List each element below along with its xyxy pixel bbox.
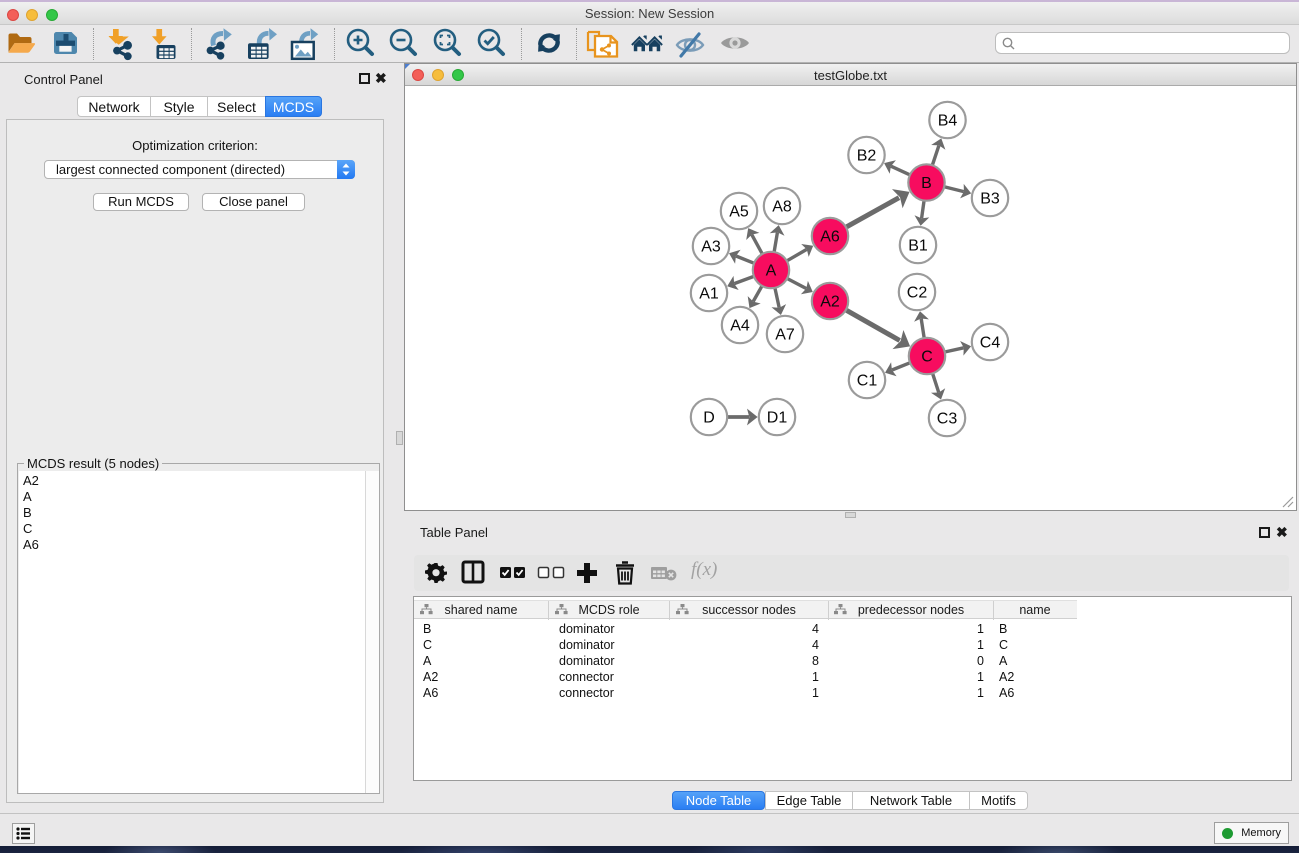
svg-text:C4: C4 [980, 335, 1001, 352]
svg-text:D1: D1 [767, 410, 788, 427]
svg-text:C2: C2 [907, 285, 928, 302]
svg-text:A7: A7 [775, 327, 795, 344]
svg-text:A2: A2 [820, 294, 840, 311]
svg-text:B1: B1 [908, 238, 928, 255]
svg-text:A8: A8 [772, 199, 792, 216]
svg-text:B4: B4 [938, 113, 958, 130]
svg-text:A6: A6 [820, 229, 840, 246]
svg-text:A3: A3 [701, 239, 721, 256]
svg-text:A5: A5 [729, 204, 749, 221]
svg-text:A: A [766, 263, 777, 280]
svg-text:D: D [703, 410, 715, 427]
svg-text:C1: C1 [857, 373, 878, 390]
svg-text:B3: B3 [980, 191, 1000, 208]
svg-text:A4: A4 [730, 318, 750, 335]
svg-text:A1: A1 [699, 286, 719, 303]
svg-text:B: B [921, 175, 932, 192]
svg-text:C: C [921, 349, 933, 366]
svg-text:B2: B2 [857, 148, 877, 165]
svg-text:C3: C3 [937, 411, 958, 428]
